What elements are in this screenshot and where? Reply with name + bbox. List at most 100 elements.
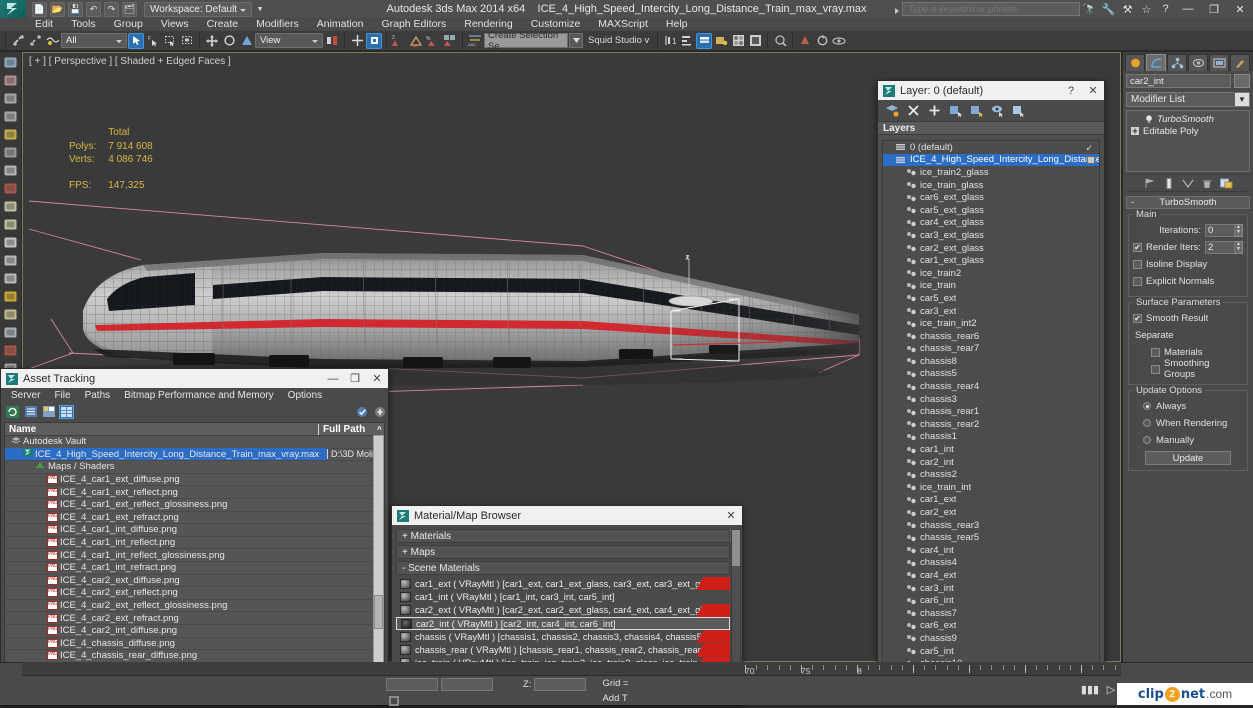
tab-hierarchy[interactable] xyxy=(1167,54,1187,71)
material-item[interactable]: car2_ext ( VRayMtl ) [car2_ext, car2_ext… xyxy=(396,604,730,617)
render-frame-window-icon[interactable] xyxy=(772,33,788,49)
layer-row[interactable]: ice_train_int2 xyxy=(883,317,1099,330)
named-selection-sets-icon[interactable]: ABC xyxy=(467,33,483,49)
asset-row[interactable]: ICE_4_chassis_diffuse.png xyxy=(5,638,384,651)
separate-smoothing-groups-checkbox[interactable] xyxy=(1151,365,1160,374)
quick-access-toolbar[interactable]: 📄 📂 💾 ↶ ↷ 🗂 Workspace: Default ▼ xyxy=(26,2,265,17)
redo-button[interactable]: ↷ xyxy=(104,2,119,17)
configure-modifier-sets-icon[interactable] xyxy=(1219,176,1233,190)
asset-row[interactable]: ICE_4_car2_int_diffuse.png xyxy=(5,625,384,638)
asset-row[interactable]: ICE_4_car1_ext_diffuse.png xyxy=(5,474,384,487)
asset-row[interactable]: Autodesk Vault xyxy=(5,436,384,449)
grid-view-icon[interactable] xyxy=(59,405,74,419)
render-setup-icon[interactable] xyxy=(2,73,19,88)
asset-row[interactable]: ICE_4_car1_int_reflect_glossiness.png xyxy=(5,549,384,562)
render-activeshade-icon[interactable] xyxy=(831,33,847,49)
iterations-field[interactable]: 0 xyxy=(1205,224,1235,237)
rectangular-selection-region-icon[interactable] xyxy=(162,33,178,49)
asset-table-vertical-scrollbar[interactable] xyxy=(373,435,384,685)
asset-menu-server[interactable]: Server xyxy=(4,390,47,401)
expand-plus-icon[interactable] xyxy=(1129,126,1140,136)
object-name-row[interactable]: car2_int xyxy=(1123,71,1253,88)
cone-icon[interactable] xyxy=(2,271,19,286)
align-icon[interactable] xyxy=(408,33,424,49)
cylinder-icon[interactable] xyxy=(2,235,19,250)
list-view-icon[interactable] xyxy=(23,405,38,419)
layer-manager-icon[interactable]: % xyxy=(425,33,441,49)
angle-snap-toggle-icon[interactable] xyxy=(366,33,382,49)
paint-icon[interactable] xyxy=(2,343,19,358)
render-iters-row[interactable]: ✔ Render Iters: 2 ▲▼ xyxy=(1133,240,1243,254)
favorites-star-icon[interactable]: ☆ xyxy=(1137,0,1156,18)
layer-active-check-icon[interactable]: ✓ xyxy=(1085,143,1093,154)
rollout-collapse-icon[interactable]: - xyxy=(1131,197,1134,208)
modifier-stack-item[interactable]: Editable Poly xyxy=(1129,125,1247,137)
modifier-list-dropdown[interactable]: Modifier List ▼ xyxy=(1126,92,1250,107)
layer-list[interactable]: 0 (default)✓ICE_4_High_Speed_Intercity_L… xyxy=(882,140,1100,673)
asset-menu-bitmap[interactable]: Bitmap Performance and Memory xyxy=(117,390,281,401)
layer-row[interactable]: chassis_rear4 xyxy=(883,380,1099,393)
wrench-icon[interactable]: 🔧 xyxy=(1099,0,1118,18)
isoline-display-checkbox[interactable] xyxy=(1133,260,1142,269)
smooth-result-row[interactable]: ✔ Smooth Result xyxy=(1133,311,1243,325)
chevron-down-icon[interactable]: ▼ xyxy=(1235,93,1249,106)
layer-row[interactable]: ice_train xyxy=(883,280,1099,293)
asset-row[interactable]: ICE_4_car2_ext_refract.png xyxy=(5,612,384,625)
hide-unhide-layer-icon[interactable] xyxy=(989,102,1006,119)
layer-row[interactable]: chassis5 xyxy=(883,368,1099,381)
layer-render-toggle[interactable] xyxy=(1087,156,1095,164)
material-icon[interactable] xyxy=(2,181,19,196)
select-highlighted-objects-icon[interactable] xyxy=(947,102,964,119)
scene-explorer-icon[interactable] xyxy=(713,33,729,49)
turbosmooth-rollout-header[interactable]: - TurboSmooth xyxy=(1126,196,1250,209)
select-and-rotate-icon[interactable] xyxy=(221,33,237,49)
menu-item-edit[interactable]: Edit xyxy=(26,18,62,31)
update-manually-radio[interactable] xyxy=(1143,436,1151,444)
layer-row[interactable]: chassis_rear1 xyxy=(883,405,1099,418)
update-manually-row[interactable]: Manually xyxy=(1133,433,1243,447)
asset-row[interactable]: ICE_4_car1_int_refract.png xyxy=(5,562,384,575)
named-selection-set-field[interactable]: Create Selection Se xyxy=(484,33,568,48)
command-panel[interactable]: car2_int Modifier List ▼ TurboSmoothEdit… xyxy=(1122,52,1253,662)
separate-smoothing-groups-row[interactable]: Smoothing Groups xyxy=(1133,362,1243,376)
column-sort-icon[interactable]: ^ xyxy=(375,425,384,434)
minimize-button[interactable]: — xyxy=(1175,0,1201,18)
help-icon[interactable]: ? xyxy=(1156,0,1175,18)
update-always-radio[interactable] xyxy=(1143,402,1151,410)
update-button[interactable]: Update xyxy=(1145,451,1231,465)
layer-row[interactable]: car3_int xyxy=(883,582,1099,595)
tab-modify[interactable] xyxy=(1146,54,1166,71)
layer-row[interactable]: chassis8 xyxy=(883,355,1099,368)
menu-item-graph-editors[interactable]: Graph Editors xyxy=(372,18,455,31)
curve-editor-icon[interactable] xyxy=(442,33,458,49)
layer-row[interactable]: car5_ext_glass xyxy=(883,204,1099,217)
layer-row[interactable]: car1_ext_glass xyxy=(883,254,1099,267)
menu-item-help[interactable]: Help xyxy=(657,18,697,31)
material-item[interactable]: car1_ext ( VRayMtl ) [car1_ext, car1_ext… xyxy=(396,577,730,590)
menu-item-modifiers[interactable]: Modifiers xyxy=(247,18,308,31)
asset-menu-bar[interactable]: ServerFilePathsBitmap Performance and Me… xyxy=(1,388,388,403)
modifier-stack-item[interactable]: TurboSmooth xyxy=(1129,113,1247,125)
layer-row[interactable]: car4_int xyxy=(883,544,1099,557)
asset-menu-options[interactable]: Options xyxy=(281,390,329,401)
asset-row[interactable]: ICE_4_car2_ext_reflect.png xyxy=(5,587,384,600)
layer-row[interactable]: car6_ext_glass xyxy=(883,191,1099,204)
iterations-row[interactable]: Iterations: 0 ▲▼ xyxy=(1133,223,1243,237)
explicit-normals-row[interactable]: Explicit Normals xyxy=(1133,274,1243,288)
window-crossing-toggle-icon[interactable] xyxy=(179,33,195,49)
layer-row[interactable]: chassis1 xyxy=(883,431,1099,444)
box-icon[interactable] xyxy=(2,199,19,214)
add-objects-to-layer-icon[interactable] xyxy=(926,102,943,119)
asset-minimize-button[interactable]: — xyxy=(322,369,344,388)
render-production-icon[interactable] xyxy=(797,33,813,49)
status-bar[interactable]: Z: Grid = Add T ▮▮▮ ▷ ⏭ ⏮⏭ 🔑 ▦ ⬚ ⬛ xyxy=(0,676,1253,705)
layer-row[interactable]: chassis2 xyxy=(883,468,1099,481)
layer-panel-close-button[interactable]: ✕ xyxy=(1082,81,1104,100)
asset-row[interactable]: ICE_4_High_Speed_Intercity_Long_Distance… xyxy=(5,449,384,462)
asset-menu-paths[interactable]: Paths xyxy=(78,390,118,401)
layer-row[interactable]: chassis_rear2 xyxy=(883,418,1099,431)
update-when-rendering-radio[interactable] xyxy=(1143,419,1151,427)
z-coordinate-field[interactable] xyxy=(534,678,586,691)
select-by-name-icon[interactable]: F xyxy=(145,33,161,49)
menu-item-tools[interactable]: Tools xyxy=(62,18,105,31)
